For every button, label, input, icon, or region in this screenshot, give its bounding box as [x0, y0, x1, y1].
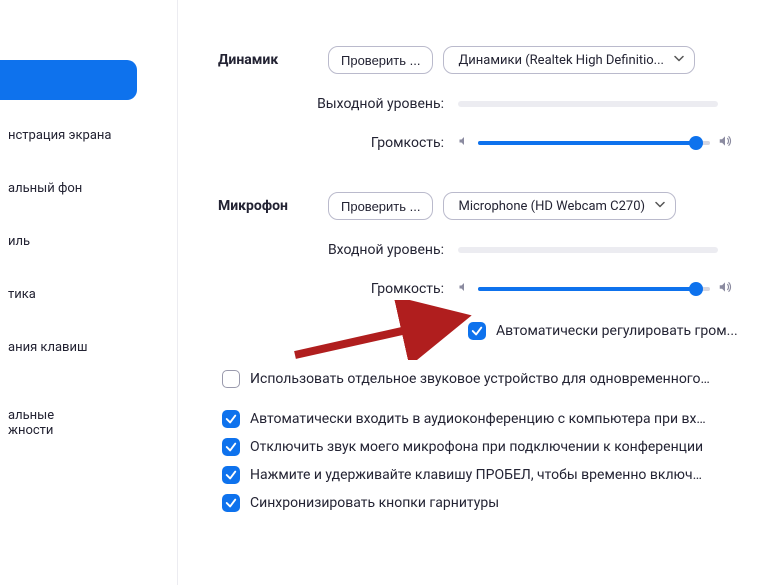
microphone-device-select[interactable]: Microphone (HD Webcam C270): [443, 192, 676, 220]
sync-headset-buttons-row: Синхронизировать кнопки гарнитуры: [222, 494, 738, 512]
microphone-input-level-meter: [458, 247, 718, 253]
chevron-down-icon: [655, 199, 665, 214]
speaker-section-label: Динамик: [218, 52, 328, 68]
sidebar-item-screen-share[interactable]: нстрация экрана: [0, 118, 177, 153]
speaker-device-label: Динамики (Realtek High Definitio...: [458, 53, 664, 68]
auto-adjust-volume-label: Автоматически регулировать гром...: [496, 323, 738, 339]
speaker-output-level-label: Выходной уровень:: [218, 96, 458, 112]
separate-device-label: Использовать отдельное звуковое устройст…: [250, 371, 710, 387]
speaker-volume-row: Громкость:: [218, 134, 738, 152]
microphone-volume-row: Громкость:: [218, 280, 738, 298]
microphone-test-button[interactable]: Проверить ...: [328, 192, 433, 220]
microphone-section-label: Микрофон: [218, 198, 328, 214]
mute-on-join-row: Отключить звук моего микрофона при подкл…: [222, 438, 738, 456]
sidebar-item-profile[interactable]: иль: [0, 224, 177, 259]
microphone-row: Микрофон Проверить ... Microphone (HD We…: [218, 192, 738, 220]
settings-main: Динамик Проверить ... Динамики (Realtek …: [178, 0, 758, 585]
speaker-output-level-row: Выходной уровень:: [218, 96, 738, 112]
hold-space-unmute-label: Нажмите и удерживайте клавишу ПРОБЕЛ, чт…: [250, 467, 710, 483]
audio-options-list: Использовать отдельное звуковое устройст…: [218, 370, 738, 512]
auto-join-audio-checkbox[interactable]: [222, 410, 240, 428]
speaker-output-level-meter: [458, 101, 718, 107]
speaker-row: Динамик Проверить ... Динамики (Realtek …: [218, 46, 738, 74]
settings-sidebar: нстрация экрана альный фон иль тика ания…: [0, 0, 178, 585]
volume-high-icon: [718, 134, 732, 152]
sidebar-item-shortcuts[interactable]: ания клавиш: [0, 330, 177, 365]
auto-adjust-volume-row: Автоматически регулировать гром...: [468, 322, 738, 340]
auto-join-audio-row: Автоматически входить в аудиоконференцию…: [222, 410, 738, 428]
sync-headset-buttons-checkbox[interactable]: [222, 494, 240, 512]
mute-on-join-checkbox[interactable]: [222, 438, 240, 456]
volume-low-icon: [458, 135, 470, 151]
speaker-volume-slider[interactable]: [478, 136, 710, 150]
speaker-test-button[interactable]: Проверить ...: [328, 46, 433, 74]
sidebar-item-audio[interactable]: [0, 60, 137, 100]
slider-thumb[interactable]: [689, 282, 703, 296]
microphone-device-label: Microphone (HD Webcam C270): [458, 199, 645, 214]
speaker-volume-label: Громкость:: [218, 135, 458, 151]
auto-adjust-volume-checkbox[interactable]: [468, 322, 486, 340]
chevron-down-icon: [674, 53, 684, 68]
microphone-input-level-label: Входной уровень:: [218, 242, 458, 258]
mute-on-join-label: Отключить звук моего микрофона при подкл…: [250, 439, 703, 455]
auto-join-audio-label: Автоматически входить в аудиоконференцию…: [250, 411, 710, 427]
microphone-volume-label: Громкость:: [218, 281, 458, 297]
hold-space-unmute-checkbox[interactable]: [222, 466, 240, 484]
sidebar-item-virtual-bg[interactable]: альный фон: [0, 171, 177, 206]
volume-low-icon: [458, 281, 470, 297]
hold-space-unmute-row: Нажмите и удерживайте клавишу ПРОБЕЛ, чт…: [222, 466, 738, 484]
sidebar-item-statistics[interactable]: тика: [0, 277, 177, 312]
microphone-input-level-row: Входной уровень:: [218, 242, 738, 258]
sidebar-item-accessibility[interactable]: альные жности: [0, 383, 177, 448]
speaker-device-select[interactable]: Динамики (Realtek High Definitio...: [443, 46, 695, 74]
separate-device-checkbox[interactable]: [222, 370, 240, 388]
volume-high-icon: [718, 280, 732, 298]
microphone-volume-slider[interactable]: [478, 282, 710, 296]
sync-headset-buttons-label: Синхронизировать кнопки гарнитуры: [250, 495, 499, 511]
slider-thumb[interactable]: [689, 136, 703, 150]
separate-device-row: Использовать отдельное звуковое устройст…: [222, 370, 738, 388]
